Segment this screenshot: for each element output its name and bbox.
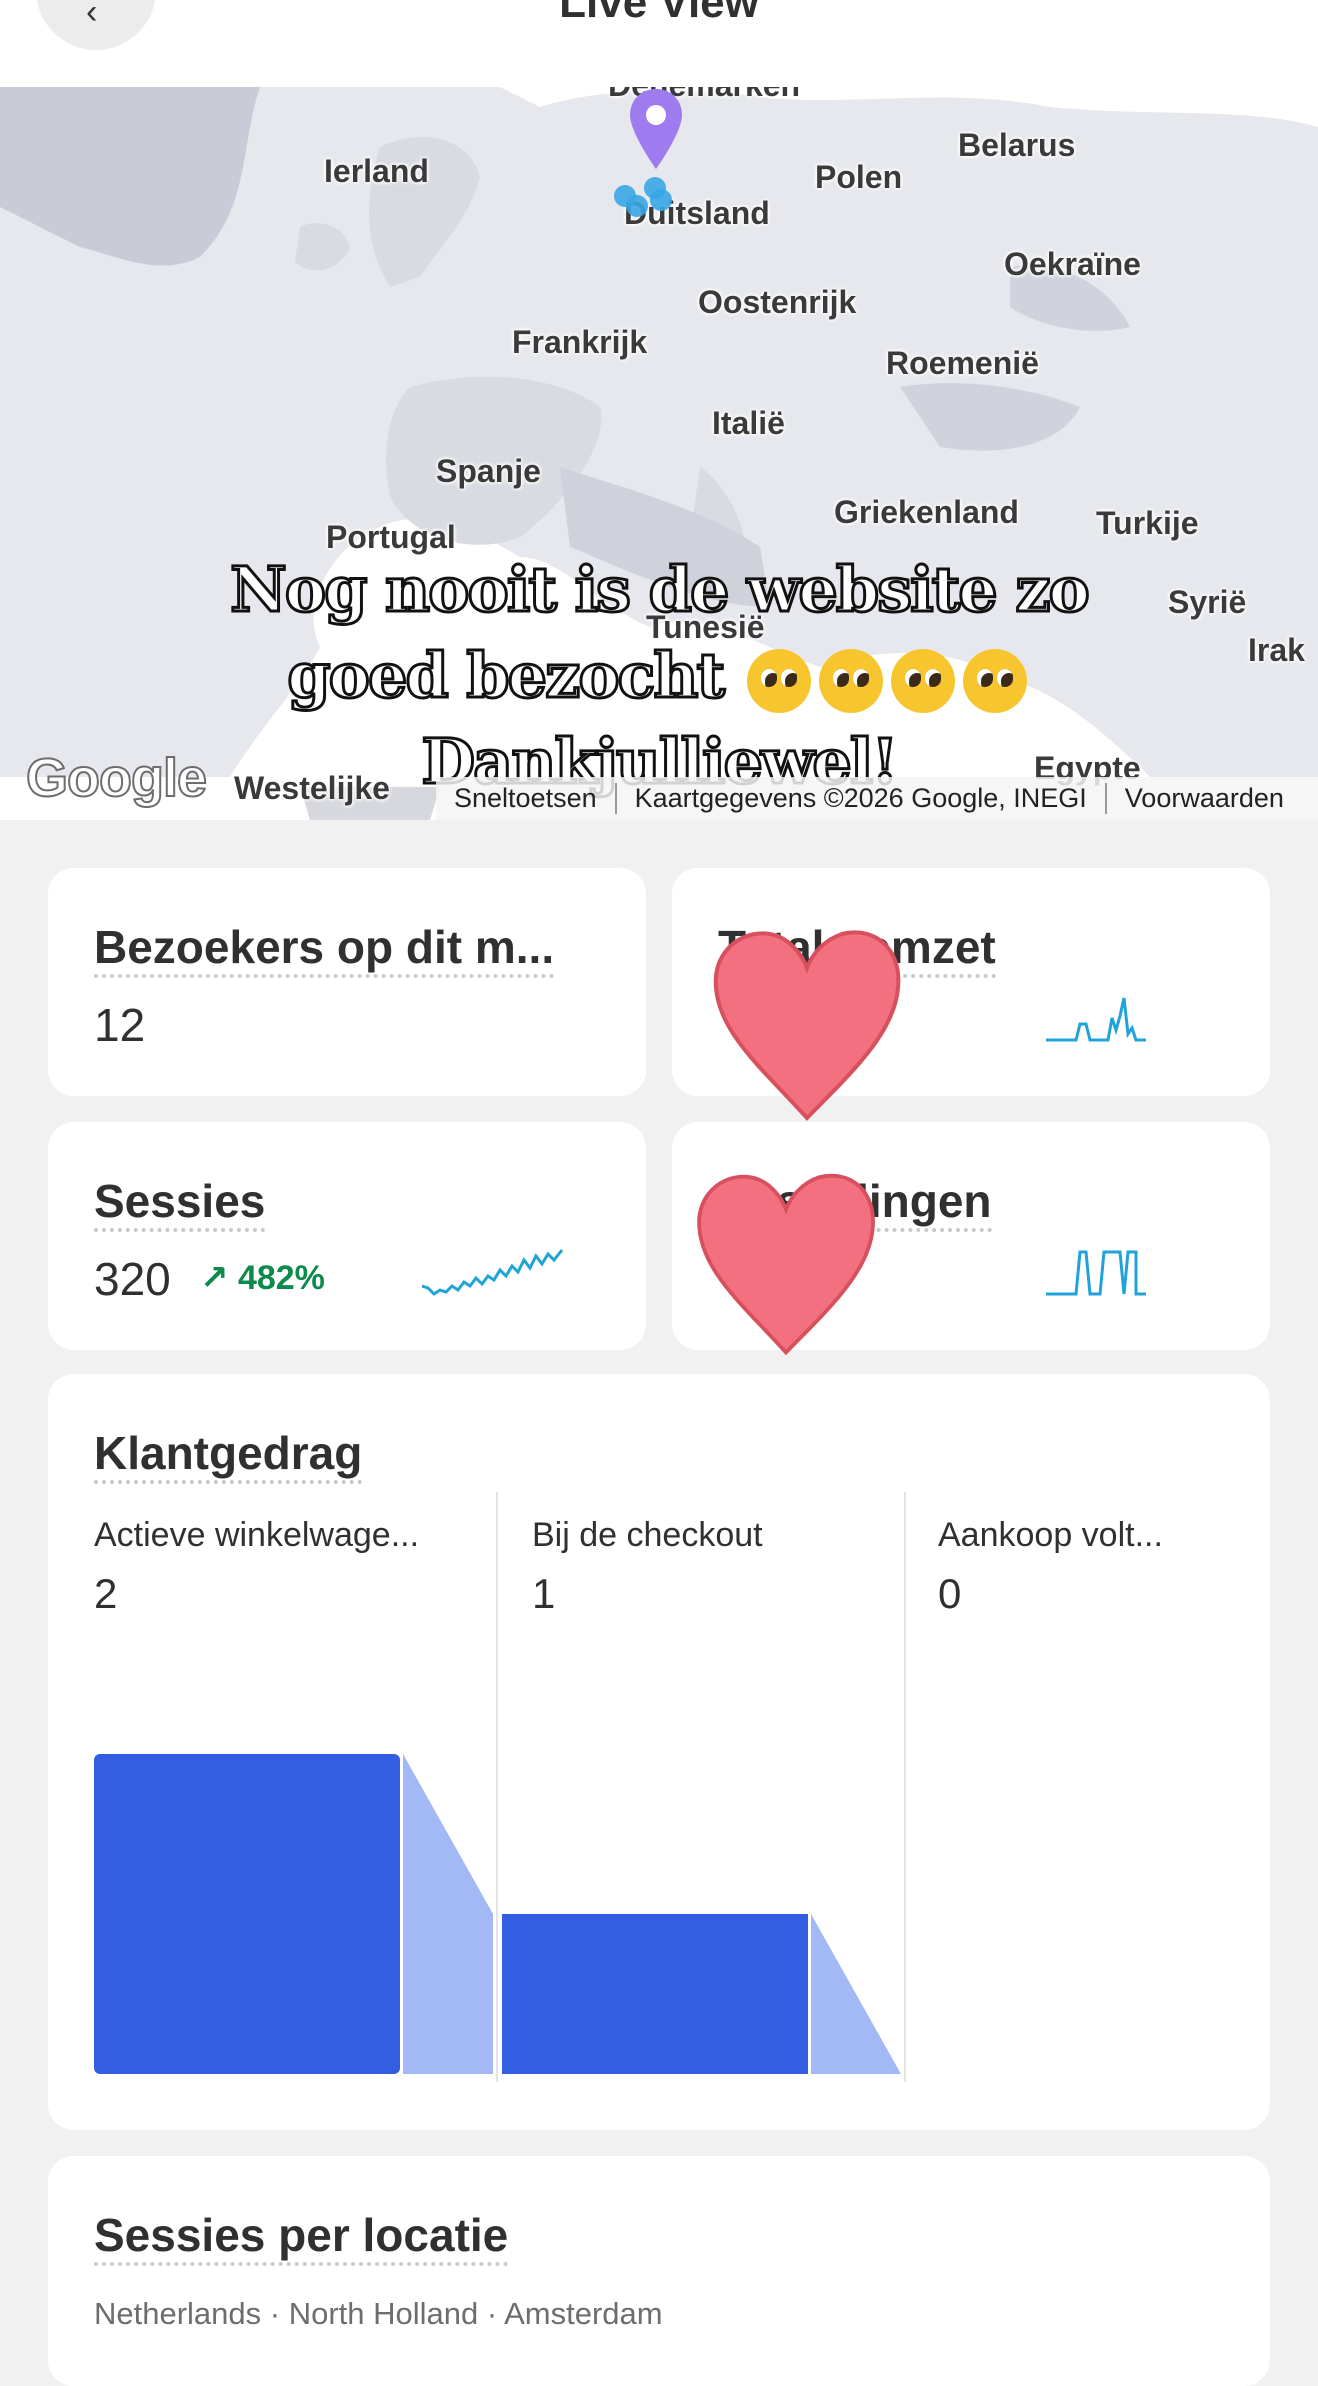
visitors-card[interactable]: Bezoekers op dit m... 12 [48,868,646,1096]
trend-percent: 482% [237,1259,325,1297]
country-label: Italië [712,405,785,441]
heart-sticker-icon [713,930,901,1121]
funnel-bar[interactable] [502,1914,808,2074]
google-logo: Google [25,747,208,809]
live-map[interactable]: Denemarken Ierland Belarus Polen Duitsla… [0,87,1318,820]
card-title[interactable]: Bezoekers op dit m... [94,920,555,978]
pleading-face-emoji-icon [890,649,955,713]
funnel-dropoff [811,1914,901,2074]
funnel-dropoff [403,1754,493,2074]
country-label: Spanje [436,453,541,489]
funnel-step-value: 2 [94,1570,118,1617]
orders-card[interactable]: Bestellingen [672,1122,1270,1356]
country-label: Ierland [324,153,429,189]
orders-sparkline [1046,1250,1146,1296]
visitor-dot [650,189,672,211]
funnel-bar[interactable] [94,1754,400,2074]
funnel-step-label: Aankoop volt... [938,1516,1163,1554]
pleading-face-emoji-icon [962,649,1027,713]
country-label: Polen [815,159,903,195]
pleading-face-emoji-icon [818,649,883,713]
page-title: Live View [559,0,759,27]
country-label: Oostenrijk [698,284,857,320]
app-header: ‹ Live View [0,0,1318,87]
funnel-step-label: Actieve winkelwage... [94,1516,420,1554]
country-label: Griekenland [834,494,1019,530]
arrow-up-right-icon: ↗ [200,1259,229,1297]
pleading-face-emoji-icon [746,649,811,713]
country-label: Oekraïne [1004,246,1141,282]
country-label: Frankrijk [512,324,648,360]
country-label: Turkije [1096,505,1199,541]
country-label: Belarus [958,127,1076,163]
visitor-dot [626,195,648,217]
sessions-per-location-card[interactable]: Sessies per locatie Netherlands · North … [48,2156,1270,2386]
revenue-card[interactable]: Totale omzet [672,868,1270,1121]
card-title[interactable]: Sessies per locatie [94,2208,509,2266]
funnel-step-value: 0 [938,1570,962,1617]
funnel-chart [94,1754,901,2074]
sessions-card[interactable]: Sessies 320 ↗ 482% [48,1122,646,1350]
card-value: 12 [94,999,146,1051]
country-label: Roemenië [886,345,1039,381]
funnel-step-value: 1 [532,1570,556,1617]
sessions-sparkline [422,1249,564,1296]
keyboard-shortcuts-link[interactable]: Sneltoetsen [436,783,617,814]
location-pin-icon[interactable] [628,87,684,173]
heart-sticker-icon [697,1173,875,1356]
location-row: Netherlands · North Holland · Amsterdam [94,2296,663,2331]
funnel-step-label: Bij de checkout [532,1516,763,1554]
card-title[interactable]: Klantgedrag [94,1426,363,1484]
caption-line-with-emoji: goed bezocht [0,633,1318,719]
card-value: 320 [94,1253,171,1305]
terms-link[interactable]: Voorwaarden [1107,783,1302,814]
revenue-sparkline [1046,997,1146,1042]
card-title[interactable]: Sessies [94,1174,266,1232]
caption-line: Nog nooit is de website zo [229,552,1092,628]
caption-line: goed bezocht [286,638,727,714]
map-data-attribution: Kaartgegevens ©2026 Google, INEGI [617,783,1107,814]
map-attribution-bar: Sneltoetsen Kaartgegevens ©2026 Google, … [436,777,1318,820]
customer-behavior-card[interactable]: Klantgedrag Actieve winkelwage... 2 Bij … [48,1374,1270,2130]
trend-indicator: ↗ 482% [200,1258,325,1298]
